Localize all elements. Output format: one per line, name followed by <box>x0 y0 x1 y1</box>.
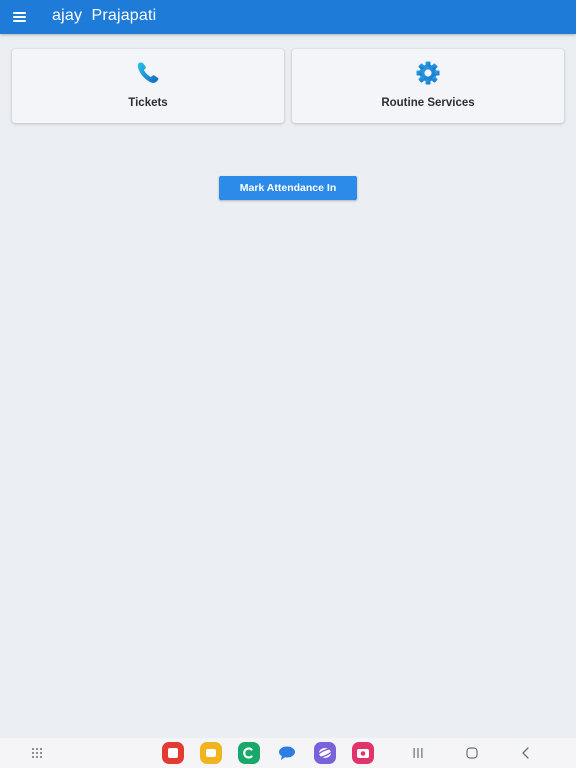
page-title: ajay Prajapati <box>52 7 157 24</box>
home-icon[interactable] <box>461 743 483 763</box>
internet-app-icon[interactable] <box>314 742 336 764</box>
mark-attendance-button[interactable]: Mark Attendance In <box>219 176 357 200</box>
recents-icon[interactable] <box>407 743 429 763</box>
routine-services-label: Routine Services <box>381 97 475 109</box>
hamburger-menu-icon[interactable] <box>10 7 30 27</box>
folder-app-icon[interactable] <box>200 742 222 764</box>
phone-icon <box>134 59 162 87</box>
apps-grid-icon[interactable] <box>26 743 48 763</box>
tickets-label: Tickets <box>128 97 168 109</box>
app-bar: ajay Prajapati <box>0 0 576 34</box>
phone-app-icon[interactable] <box>238 742 260 764</box>
gear-icon <box>414 59 442 87</box>
tickets-tile[interactable]: Tickets <box>12 49 284 123</box>
flipboard-app-icon[interactable] <box>162 742 184 764</box>
messages-app-icon[interactable] <box>276 742 298 764</box>
camera-app-icon[interactable] <box>352 742 374 764</box>
routine-services-tile[interactable]: Routine Services <box>292 49 564 123</box>
back-icon[interactable] <box>515 743 537 763</box>
system-nav-bar <box>0 738 576 768</box>
